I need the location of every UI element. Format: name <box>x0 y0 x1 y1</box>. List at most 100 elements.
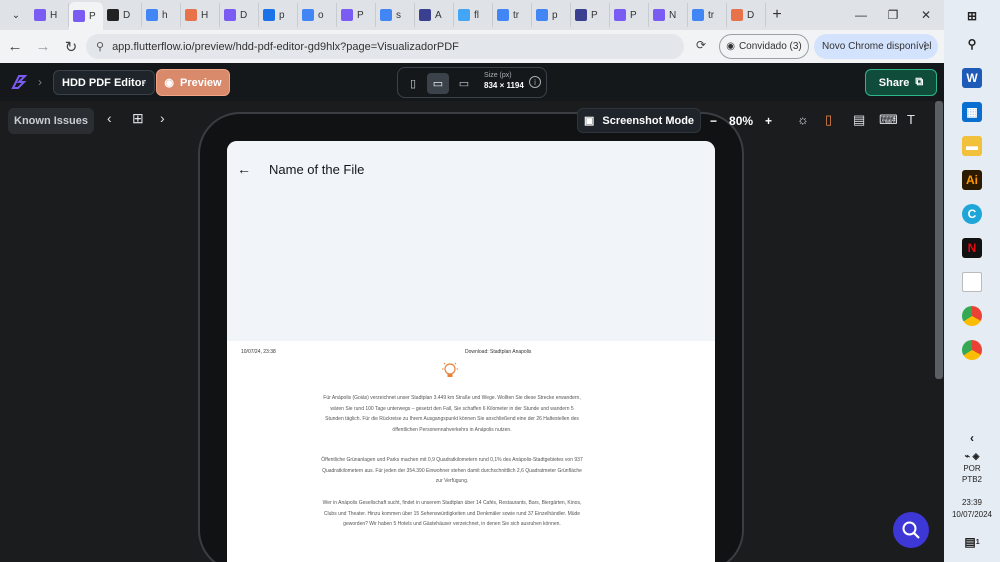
browser-tab[interactable]: P <box>610 3 649 27</box>
text-scale-icon[interactable]: T <box>907 112 915 127</box>
flutterflow-logo-icon[interactable] <box>10 73 28 91</box>
light-mode-icon[interactable]: ☼ <box>797 112 809 127</box>
tab-title: p <box>279 9 285 21</box>
tab-favicon-icon <box>614 9 626 21</box>
browser-tab[interactable]: tr <box>688 3 727 27</box>
share-button[interactable]: Share ⧉ <box>865 69 937 96</box>
document-icon[interactable] <box>962 272 982 292</box>
browser-tab[interactable]: fl <box>454 3 493 27</box>
browser-tab[interactable]: D <box>727 3 766 27</box>
browser-tab[interactable]: H <box>30 3 69 27</box>
browser-tab[interactable]: H <box>181 3 220 27</box>
screenshot-mode-button[interactable]: ▣ Screenshot Mode <box>577 108 701 133</box>
project-name-button[interactable]: HDD PDF Editor <box>53 70 155 95</box>
info-icon[interactable]: i <box>529 76 541 88</box>
canva-icon[interactable]: C <box>962 204 982 224</box>
url-text: app.flutterflow.io/preview/hdd-pdf-edito… <box>112 40 459 53</box>
browser-tab[interactable]: tr <box>493 3 532 27</box>
kebab-menu-icon[interactable]: ⋮ <box>920 41 930 52</box>
app-screen: ← Name of the File 10/07/24, 23:38 Downl… <box>227 141 715 562</box>
chrome-icon[interactable] <box>962 306 982 326</box>
tab-title: H <box>201 9 209 21</box>
tab-favicon-icon <box>146 9 158 21</box>
site-info-icon[interactable]: ⚲ <box>96 40 104 53</box>
browser-tab[interactable]: P✕ <box>69 2 103 30</box>
chrome-icon[interactable] <box>962 340 982 360</box>
address-bar[interactable]: ⚲ app.flutterflow.io/preview/hdd-pdf-edi… <box>86 34 684 59</box>
windows-taskbar: ⊞ ⚲ W ▦ ▬ Ai C N ‹ ⌁ ◈ POR PTB2 23:39 10… <box>944 0 1000 562</box>
clock-time[interactable]: 23:39 <box>944 498 1000 507</box>
browser-toolbar: ← → ↻ ⚲ app.flutterflow.io/preview/hdd-p… <box>0 30 944 63</box>
app-header: ← Name of the File <box>227 141 715 341</box>
close-window-icon[interactable]: ✕ <box>908 0 944 30</box>
page-scrollbar[interactable] <box>935 101 943 379</box>
tab-title: fl <box>474 9 479 21</box>
device-rotate-icon[interactable]: ▤ <box>853 112 865 128</box>
zoom-out-button[interactable]: − <box>710 114 717 128</box>
language-indicator[interactable]: POR <box>944 464 1000 473</box>
tab-favicon-icon <box>380 9 392 21</box>
forward-button[interactable]: → <box>30 34 56 60</box>
netflix-icon[interactable]: N <box>962 238 982 258</box>
browser-tab[interactable]: P <box>571 3 610 27</box>
minimize-icon[interactable]: — <box>843 0 879 30</box>
zoom-in-button[interactable]: + <box>765 114 772 128</box>
tab-favicon-icon <box>653 9 665 21</box>
grid-icon[interactable]: ⊞ <box>132 110 144 127</box>
chevron-right-icon[interactable]: › <box>160 110 165 126</box>
maximize-icon[interactable]: ❐ <box>875 0 911 30</box>
reload-button[interactable]: ↻ <box>58 34 84 60</box>
preview-label: Preview <box>180 76 222 89</box>
tablet-device-icon[interactable]: ▭ <box>427 73 449 94</box>
browser-tab[interactable]: s <box>376 3 415 27</box>
profile-button[interactable]: ◉ Convidado (3) <box>719 34 809 59</box>
tab-favicon-icon <box>731 9 743 21</box>
word-icon[interactable]: W <box>962 68 982 88</box>
notification-icon[interactable]: ▤ 1 <box>962 532 982 552</box>
chevron-left-icon[interactable]: ‹ <box>107 110 112 126</box>
tab-title: h <box>162 9 168 21</box>
page-title: Name of the File <box>269 162 365 177</box>
browser-tab[interactable]: h <box>142 3 181 27</box>
external-link-icon: ⧉ <box>915 76 924 88</box>
browser-tab[interactable]: o <box>298 3 337 27</box>
known-issues-button[interactable]: Known Issues <box>8 108 94 134</box>
wifi-sound-icon[interactable]: ⌁ ◈ <box>954 446 990 466</box>
tab-title: o <box>318 9 324 21</box>
illustrator-icon[interactable]: Ai <box>962 170 982 190</box>
update-chrome-button[interactable]: Novo Chrome disponível ⋮ <box>814 34 938 59</box>
profile-icon: ◉ <box>726 41 735 52</box>
store-icon[interactable]: ▦ <box>962 102 982 122</box>
desktop-device-icon[interactable]: ▭ <box>453 73 475 94</box>
browser-tab[interactable]: p <box>532 3 571 27</box>
file-explorer-icon[interactable]: ▬ <box>962 136 982 156</box>
preview-button[interactable]: ◉ Preview <box>156 69 230 96</box>
pdf-header: Download: Stadtplan Anapolis <box>465 349 532 355</box>
tab-search-button[interactable]: ⌄ <box>6 5 26 25</box>
browser-tab[interactable]: N <box>649 3 688 27</box>
tab-title: N <box>669 9 677 21</box>
new-tab-button[interactable]: + <box>766 6 788 24</box>
back-arrow-icon[interactable]: ← <box>237 161 251 177</box>
chevron-left-icon[interactable]: ‹ <box>962 428 982 448</box>
windows-start-icon[interactable]: ⊞ <box>962 6 982 26</box>
extension-icon[interactable]: ⟳ <box>693 38 709 54</box>
lightbulb-icon <box>442 362 458 377</box>
search-fab[interactable] <box>893 512 929 548</box>
search-icon[interactable]: ⚲ <box>962 34 982 54</box>
tab-favicon-icon <box>458 9 470 21</box>
back-button[interactable]: ← <box>2 34 28 60</box>
share-label: Share <box>878 76 910 89</box>
tab-title: H <box>50 9 58 21</box>
browser-tab[interactable]: p <box>259 3 298 27</box>
pdf-viewer[interactable]: 10/07/24, 23:38 Download: Stadtplan Anap… <box>227 341 715 562</box>
phone-device-icon[interactable]: ▯ <box>402 73 424 94</box>
browser-tab[interactable]: D <box>220 3 259 27</box>
browser-tab[interactable]: A <box>415 3 454 27</box>
tab-favicon-icon <box>263 9 275 21</box>
keyboard-icon[interactable]: ⌨ <box>879 112 898 128</box>
phone-frame-icon[interactable]: ▯ <box>825 112 832 128</box>
tab-favicon-icon <box>575 9 587 21</box>
browser-tab[interactable]: P <box>337 3 376 27</box>
browser-tab[interactable]: D <box>103 3 142 27</box>
